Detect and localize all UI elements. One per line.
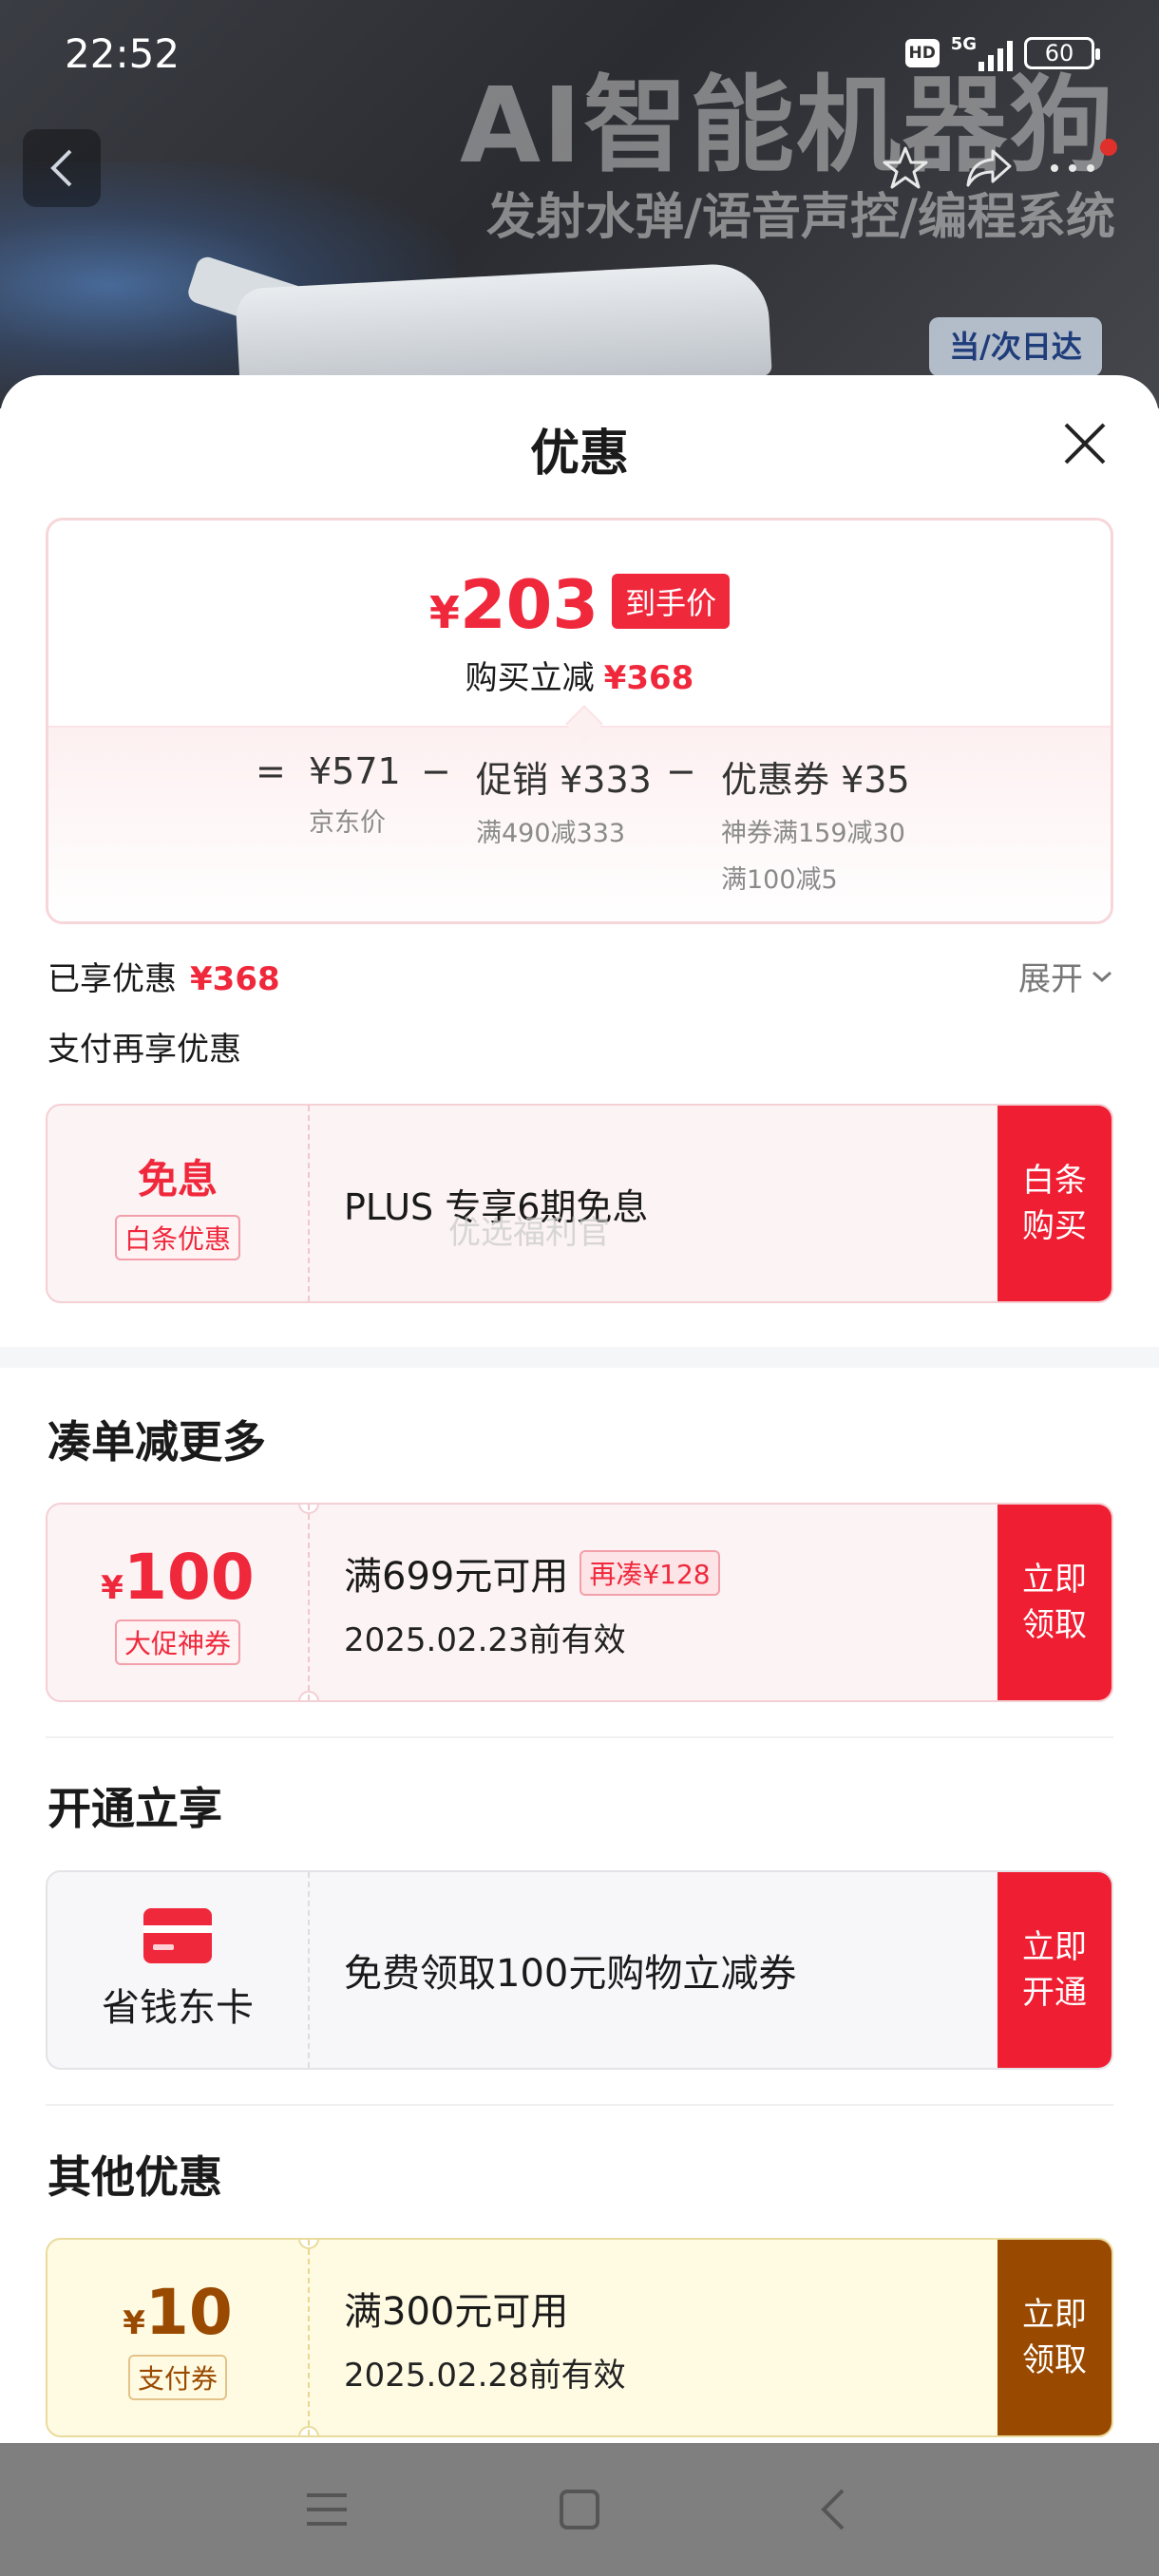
coupon-100-left: ¥100 大促神券: [48, 1505, 308, 1700]
card-divider: [308, 1505, 310, 1700]
minus-sign-2: −: [666, 750, 696, 792]
coupon-amount: ¥35: [841, 759, 910, 801]
jd-card-body: 免费领取100元购物立减券: [344, 1872, 994, 2068]
back-arrow-icon: [50, 149, 72, 187]
jd-card-title: 省钱东卡: [102, 1986, 254, 2030]
coupon-10-condition: 满300元可用: [344, 2289, 569, 2334]
baitiao-tag: 白条优惠: [114, 1214, 240, 1260]
baitiao-buy-button[interactable]: 白条 购买: [998, 1106, 1112, 1301]
jd-price-block: ¥571 京东价: [309, 750, 401, 839]
minus-sign: −: [421, 750, 451, 792]
coupon-10-tag: 支付券: [127, 2354, 227, 2400]
more-icon: [1051, 164, 1094, 172]
star-icon: [883, 146, 928, 189]
coupon-card-10[interactable]: ¥10 支付券 满300元可用 2025.02.28前有效 立即 领取: [46, 2238, 1113, 2437]
coupon-10-validity: 2025.02.28前有效: [344, 2356, 626, 2395]
promo-block: 促销 ¥333 满490减333: [476, 750, 652, 849]
share-button[interactable]: [950, 129, 1028, 207]
section-title-open: 开通立享: [48, 1783, 222, 1834]
network-label: 5G: [950, 34, 977, 54]
baitiao-body: PLUS 专享6期免息: [344, 1106, 994, 1301]
back-button[interactable]: [23, 129, 101, 207]
coupon-detail-1: 神券满159减30: [721, 819, 905, 848]
claim-coupon-10-button[interactable]: 立即 领取: [998, 2240, 1112, 2435]
card-icon: [143, 1908, 212, 1963]
more-button[interactable]: [1034, 129, 1112, 207]
coupon-card-100[interactable]: ¥100 大促神券 满699元可用 再凑¥128 2025.02.23前有效 立…: [46, 1503, 1113, 1702]
coupon-10-body: 满300元可用 2025.02.28前有效: [344, 2240, 994, 2435]
enjoyed-discount: 已享优惠 ¥368: [48, 953, 280, 999]
jd-card-text: 免费领取100元购物立减券: [344, 1952, 797, 1996]
status-icons: HD 5G 60: [904, 34, 1100, 71]
hd-icon: HD: [904, 38, 940, 67]
jd-price: ¥571: [309, 750, 401, 792]
battery-level: 60: [1044, 39, 1074, 66]
home-button[interactable]: [551, 2481, 608, 2538]
notification-dot: [1100, 139, 1117, 156]
coupon-100-tag: 大促神券: [114, 1619, 240, 1665]
reduce-label: 购买立减: [465, 659, 595, 697]
baitiao-text: PLUS 专享6期免息: [344, 1185, 649, 1228]
pay-more-label: 支付再享优惠: [48, 1031, 241, 1069]
favorite-button[interactable]: [866, 129, 944, 207]
baitiao-left: 免息 白条优惠: [48, 1106, 308, 1301]
open-jd-card-button[interactable]: 立即 开通: [998, 1872, 1112, 2068]
section-divider: [0, 1347, 1159, 1368]
promo-amount: ¥333: [560, 759, 652, 801]
card-divider: [308, 1106, 310, 1301]
coupon-100-body: 满699元可用 再凑¥128 2025.02.23前有效: [344, 1505, 994, 1700]
system-back-button[interactable]: [804, 2481, 861, 2538]
recent-apps-button[interactable]: [298, 2481, 355, 2538]
status-time: 22:52: [65, 30, 180, 77]
expand-button[interactable]: 展开: [1018, 953, 1113, 999]
divider-line: [46, 2104, 1113, 2106]
equals-sign: =: [256, 750, 286, 792]
section-title-other: 其他优惠: [48, 2151, 222, 2203]
final-price-tag: 到手价: [612, 574, 731, 629]
coupon-100-value: ¥100: [101, 1540, 255, 1614]
baitiao-title: 免息: [137, 1155, 218, 1203]
reduce-row: 购买立减 ¥368: [48, 652, 1111, 698]
coupon-10-left: ¥10 支付券: [48, 2240, 308, 2435]
jd-card-offer[interactable]: 省钱东卡 免费领取100元购物立减券 立即 开通: [46, 1870, 1113, 2070]
promo-label: 促销: [476, 759, 549, 801]
coupon-10-value: ¥10: [123, 2275, 233, 2349]
expand-label: 展开: [1018, 960, 1083, 998]
signal-icon: [978, 39, 1013, 71]
final-price: ¥203: [428, 566, 599, 644]
card-divider: [308, 2240, 310, 2435]
reduce-amount: ¥368: [603, 659, 694, 697]
coupon-detail-2: 满100减5: [721, 865, 838, 895]
status-bar: 22:52 HD 5G 60: [0, 0, 1159, 104]
enjoyed-label: 已享优惠: [48, 960, 177, 998]
jd-card-left: 省钱东卡: [48, 1872, 308, 2068]
share-icon: [966, 149, 1012, 187]
jd-price-label: 京东价: [309, 808, 386, 838]
coupon-100-extra-tag: 再凑¥128: [580, 1549, 720, 1596]
close-icon: [1064, 423, 1106, 464]
claim-coupon-100-button[interactable]: 立即 领取: [998, 1505, 1112, 1700]
enjoyed-amount: ¥368: [190, 960, 280, 998]
card-divider: [308, 1872, 310, 2068]
divider-line: [46, 1736, 1113, 1738]
close-button[interactable]: [1058, 417, 1112, 470]
delivery-badge: 当/次日达: [929, 317, 1102, 376]
home-square-icon: [560, 2490, 599, 2529]
watermark: 优选福利官: [448, 1214, 610, 1252]
baitiao-card[interactable]: 免息 白条优惠 PLUS 专享6期免息 白条 购买: [46, 1104, 1113, 1303]
price-breakdown-card: ¥203 到手价 购买立减 ¥368 = ¥571 京东价 − 促销 ¥333 满…: [46, 518, 1113, 924]
final-price-row: ¥203 到手价: [48, 566, 1111, 644]
sheet-title: 优惠: [529, 426, 629, 483]
system-nav-bar: [0, 2443, 1159, 2576]
battery-icon: 60: [1024, 36, 1100, 69]
back-triangle-icon: [821, 2489, 845, 2530]
coupon-block: 优惠券 ¥35 神券满159减30 满100减5: [721, 750, 910, 896]
promo-detail: 满490减333: [476, 819, 626, 848]
coupon-100-validity: 2025.02.23前有效: [344, 1620, 626, 1659]
coupon-label: 优惠券: [721, 759, 830, 801]
chevron-down-icon: [1092, 971, 1112, 982]
section-title-more: 凑单减更多: [48, 1416, 266, 1468]
coupon-100-condition: 满699元可用: [344, 1554, 569, 1599]
menu-icon: [307, 2493, 347, 2526]
